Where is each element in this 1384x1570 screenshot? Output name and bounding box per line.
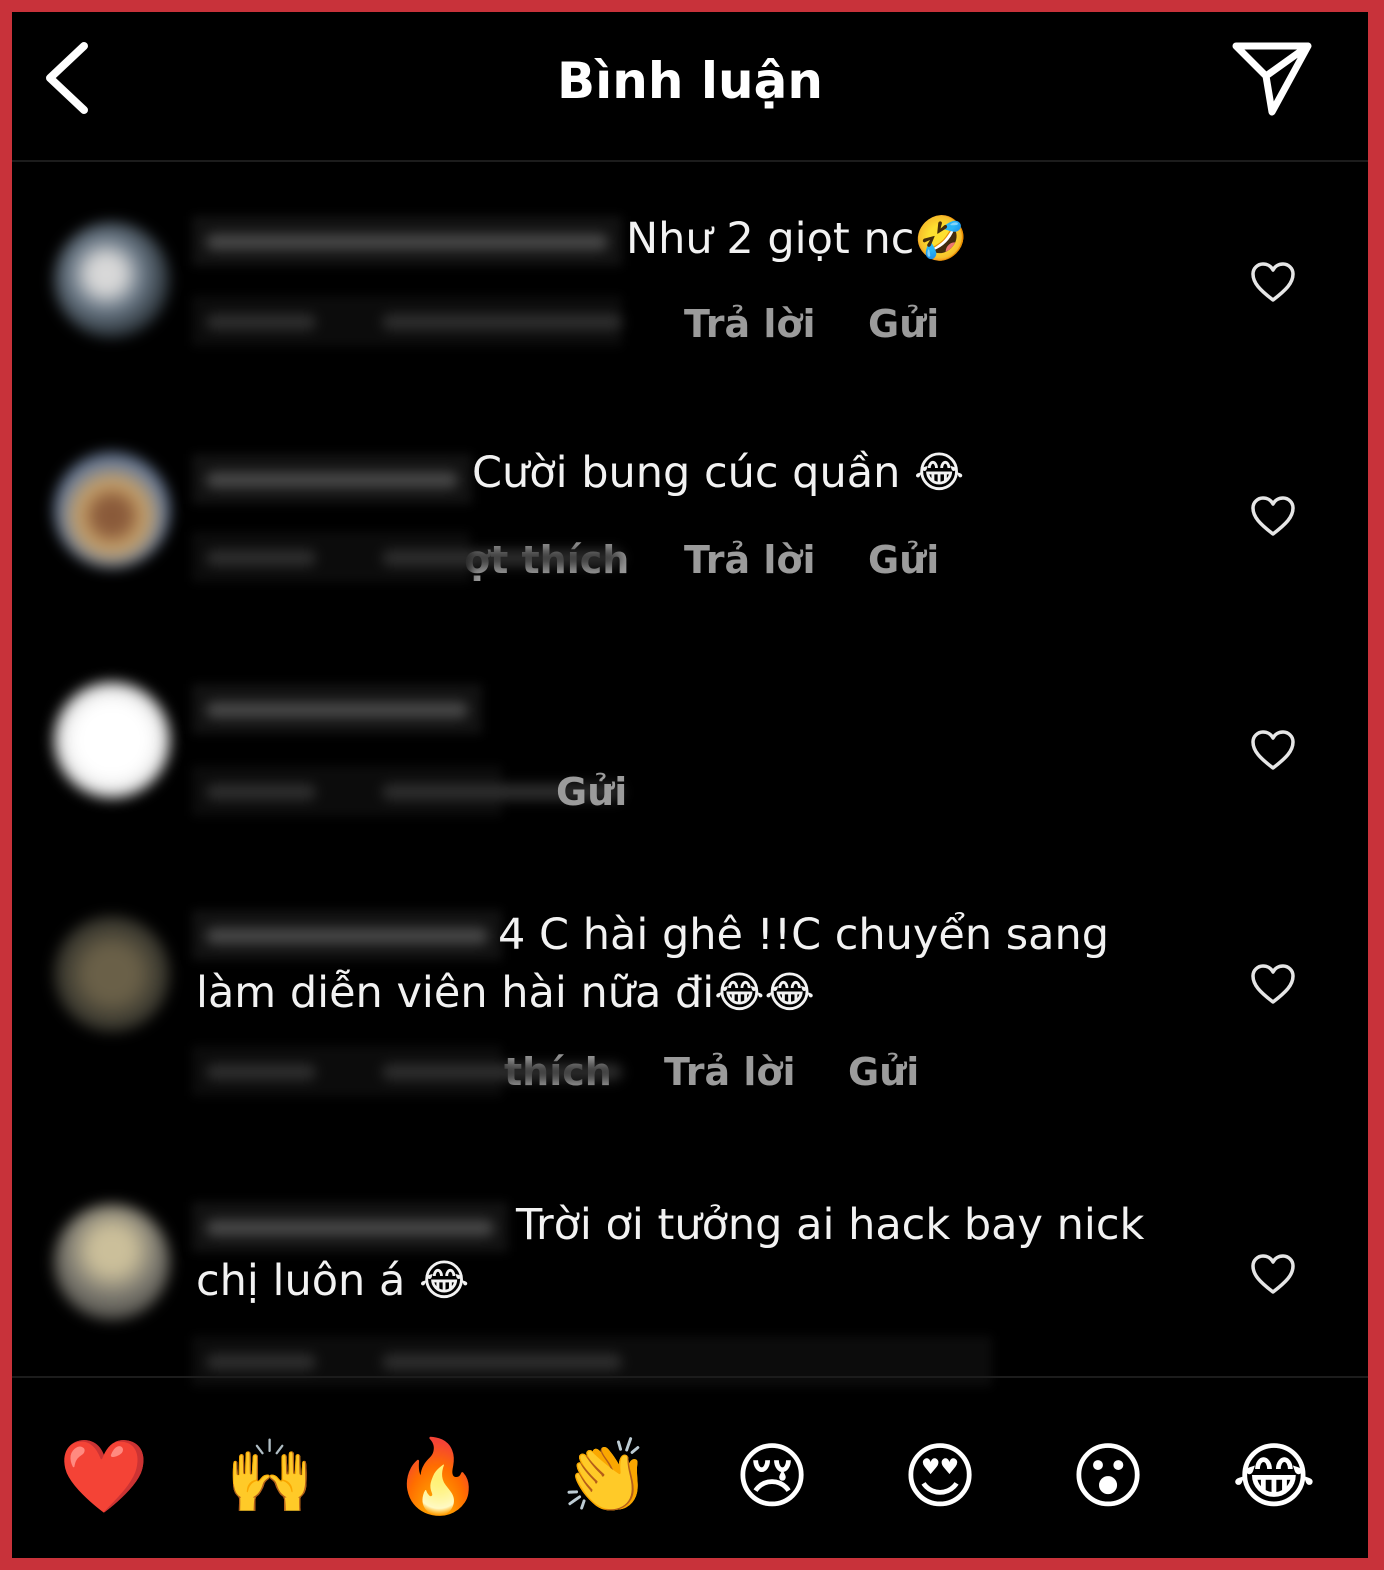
avatar[interactable] [54, 916, 170, 1032]
heart-icon[interactable] [1250, 1254, 1296, 1296]
comment-text: Trời ơi tưởng ai hack bay nick [516, 1200, 1145, 1250]
comment-text: 4 C hài ghê !!C chuyển sang [498, 910, 1110, 960]
heart-icon[interactable] [1250, 496, 1296, 538]
comment-text-line2: chị luôn á 😂 [196, 1256, 470, 1306]
comment-text-line2: làm diễn viên hài nữa đi😂😂 [196, 968, 815, 1018]
reply-button[interactable]: Trả lời [684, 302, 816, 346]
fire-reaction-button[interactable]: 🔥 [392, 1430, 484, 1522]
comment-item: Như 2 giọt nc🤣 Trả lời Gửi [12, 192, 1368, 372]
send-button[interactable]: Gửi [868, 538, 939, 582]
clap-reaction-button[interactable]: 👏 [560, 1430, 652, 1522]
paper-plane-icon[interactable] [1230, 36, 1314, 120]
header: Bình luận [12, 12, 1368, 162]
username-blurred[interactable] [192, 910, 502, 960]
username-blurred[interactable] [192, 684, 482, 734]
comment-actions: Trả lời Gửi [12, 302, 1012, 352]
send-button[interactable]: Gửi [848, 1050, 919, 1094]
comment-item: Gửi [12, 660, 1368, 840]
heart-icon[interactable] [1250, 730, 1296, 772]
username-blurred[interactable] [192, 1202, 508, 1252]
comments-screen: Bình luận Như 2 giọt nc🤣 Trả lời Gửi Cườ… [12, 12, 1368, 1558]
heart-eyes-reaction-button[interactable]: 😍 [894, 1430, 986, 1522]
comment-item: 4 C hài ghê !!C chuyển sang làm diễn viê… [12, 892, 1368, 1122]
crying-face-reaction-button[interactable]: 😢 [726, 1430, 818, 1522]
reply-button[interactable]: Trả lời [684, 538, 816, 582]
comment-text: Cười bung cúc quần 😂 [472, 448, 965, 498]
header-divider [12, 160, 1368, 162]
comment-meta-blurred [192, 1046, 502, 1096]
username-blurred[interactable] [192, 454, 472, 504]
comment-item: Trời ơi tưởng ai hack bay nick chị luôn … [12, 1184, 1368, 1386]
heart-icon[interactable] [1250, 964, 1296, 1006]
surprised-face-reaction-button[interactable]: 😮 [1062, 1430, 1154, 1522]
heart-icon[interactable] [1250, 262, 1296, 304]
comment-meta-blurred [192, 532, 470, 582]
avatar[interactable] [54, 1204, 170, 1320]
page-title: Bình luận [557, 52, 823, 110]
reply-button[interactable]: Trả lời [664, 1050, 796, 1094]
comment-actions: Gửi [12, 770, 1012, 820]
quick-reaction-bar: ❤️ 🙌 🔥 👏 😢 😍 😮 😂 [12, 1378, 1368, 1558]
comment-item: Cười bung cúc quần 😂 ợt thích Trả lời Gử… [12, 426, 1368, 606]
username-blurred[interactable] [192, 216, 622, 266]
tears-of-joy-reaction-button[interactable]: 😂 [1228, 1430, 1320, 1522]
raised-hands-reaction-button[interactable]: 🙌 [224, 1430, 316, 1522]
send-button[interactable]: Gửi [868, 302, 939, 346]
comment-text: Như 2 giọt nc🤣 [626, 214, 968, 264]
send-button[interactable]: Gửi [556, 770, 627, 814]
heart-reaction-button[interactable]: ❤️ [58, 1430, 150, 1522]
